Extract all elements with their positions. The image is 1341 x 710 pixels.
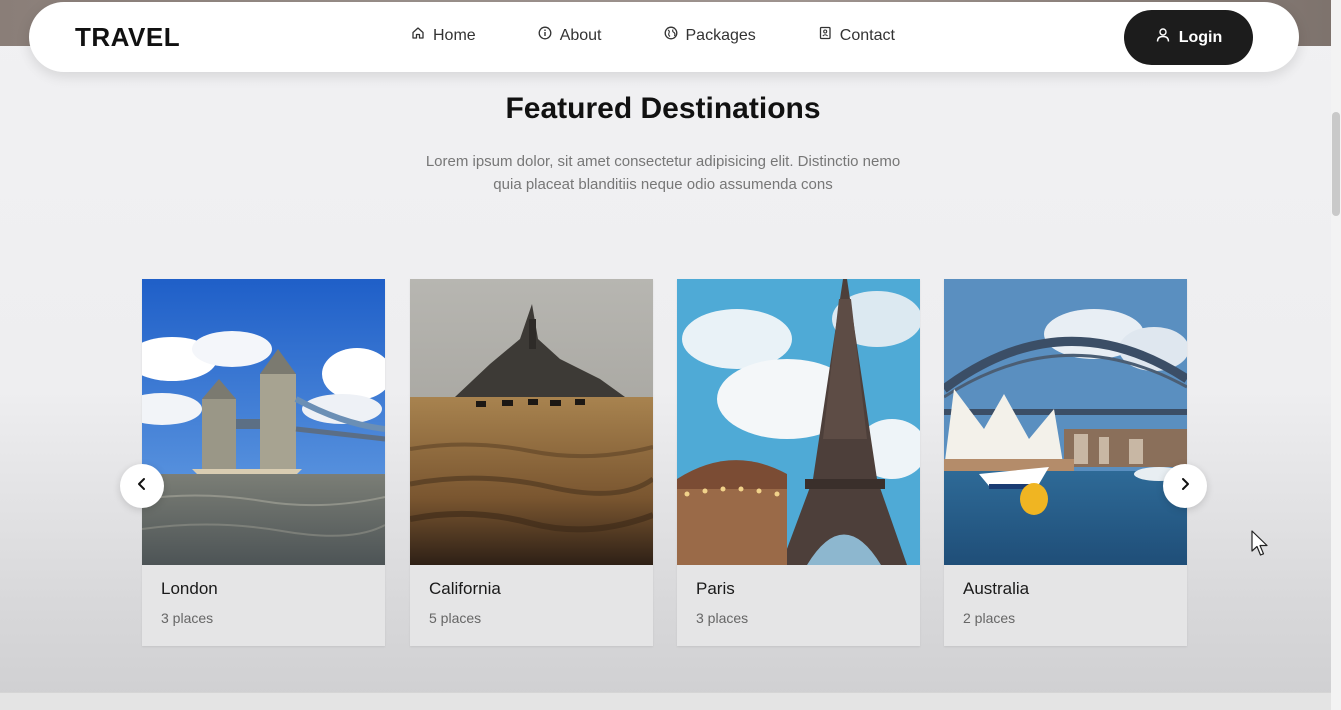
nav-link-about[interactable]: About — [538, 26, 602, 45]
nav-link-label: About — [559, 26, 602, 44]
nav-link-label: Contact — [839, 26, 895, 44]
destination-places: 3 places — [161, 610, 214, 626]
scrollbar-thumb[interactable] — [1332, 112, 1340, 216]
section-description: Lorem ipsum dolor, sit amet consectetur … — [425, 153, 901, 193]
mouse-cursor-icon — [1251, 530, 1269, 557]
destination-city: London — [161, 579, 218, 598]
carousel-prev-button[interactable] — [120, 464, 164, 508]
nav-links: Home About Packages Contact — [411, 26, 957, 45]
destination-card-paris[interactable]: Paris 3 places — [677, 279, 920, 646]
london-photo — [142, 279, 385, 565]
user-icon — [1155, 27, 1171, 48]
section-title: Featured Destinations — [505, 92, 821, 125]
destination-card-london[interactable]: London 3 places — [142, 279, 385, 646]
contact-book-icon — [818, 26, 832, 45]
scrollbar[interactable] — [1331, 0, 1341, 710]
california-photo — [410, 279, 653, 565]
destination-places: 5 places — [429, 610, 482, 626]
login-button[interactable]: Login — [1124, 10, 1253, 65]
destination-card-california[interactable]: California 5 places — [410, 279, 653, 646]
destination-city: Paris — [696, 579, 735, 598]
nav-link-home[interactable]: Home — [411, 26, 476, 45]
paris-photo — [677, 279, 920, 565]
carousel-next-button[interactable] — [1163, 464, 1207, 508]
nav-link-packages[interactable]: Packages — [664, 26, 756, 45]
nav-link-contact[interactable]: Contact — [818, 26, 895, 45]
australia-photo — [944, 279, 1187, 565]
next-section-edge — [0, 692, 1331, 710]
destination-places: 2 places — [963, 610, 1016, 626]
info-icon — [538, 26, 552, 45]
login-label: Login — [1178, 28, 1223, 46]
destination-card-australia[interactable]: Australia 2 places — [944, 279, 1187, 646]
destination-city: Australia — [963, 579, 1030, 598]
home-icon — [411, 26, 425, 45]
nav-link-label: Packages — [685, 26, 756, 44]
destination-places: 3 places — [696, 610, 749, 626]
logo[interactable]: TRAVEL — [75, 22, 180, 53]
chevron-right-icon — [1178, 477, 1192, 496]
nav-link-label: Home — [433, 26, 476, 44]
destination-city: California — [429, 579, 501, 598]
navbar: TRAVEL Home About Packages Contact Login — [29, 2, 1299, 72]
globe-icon — [664, 26, 678, 45]
chevron-left-icon — [135, 477, 149, 496]
